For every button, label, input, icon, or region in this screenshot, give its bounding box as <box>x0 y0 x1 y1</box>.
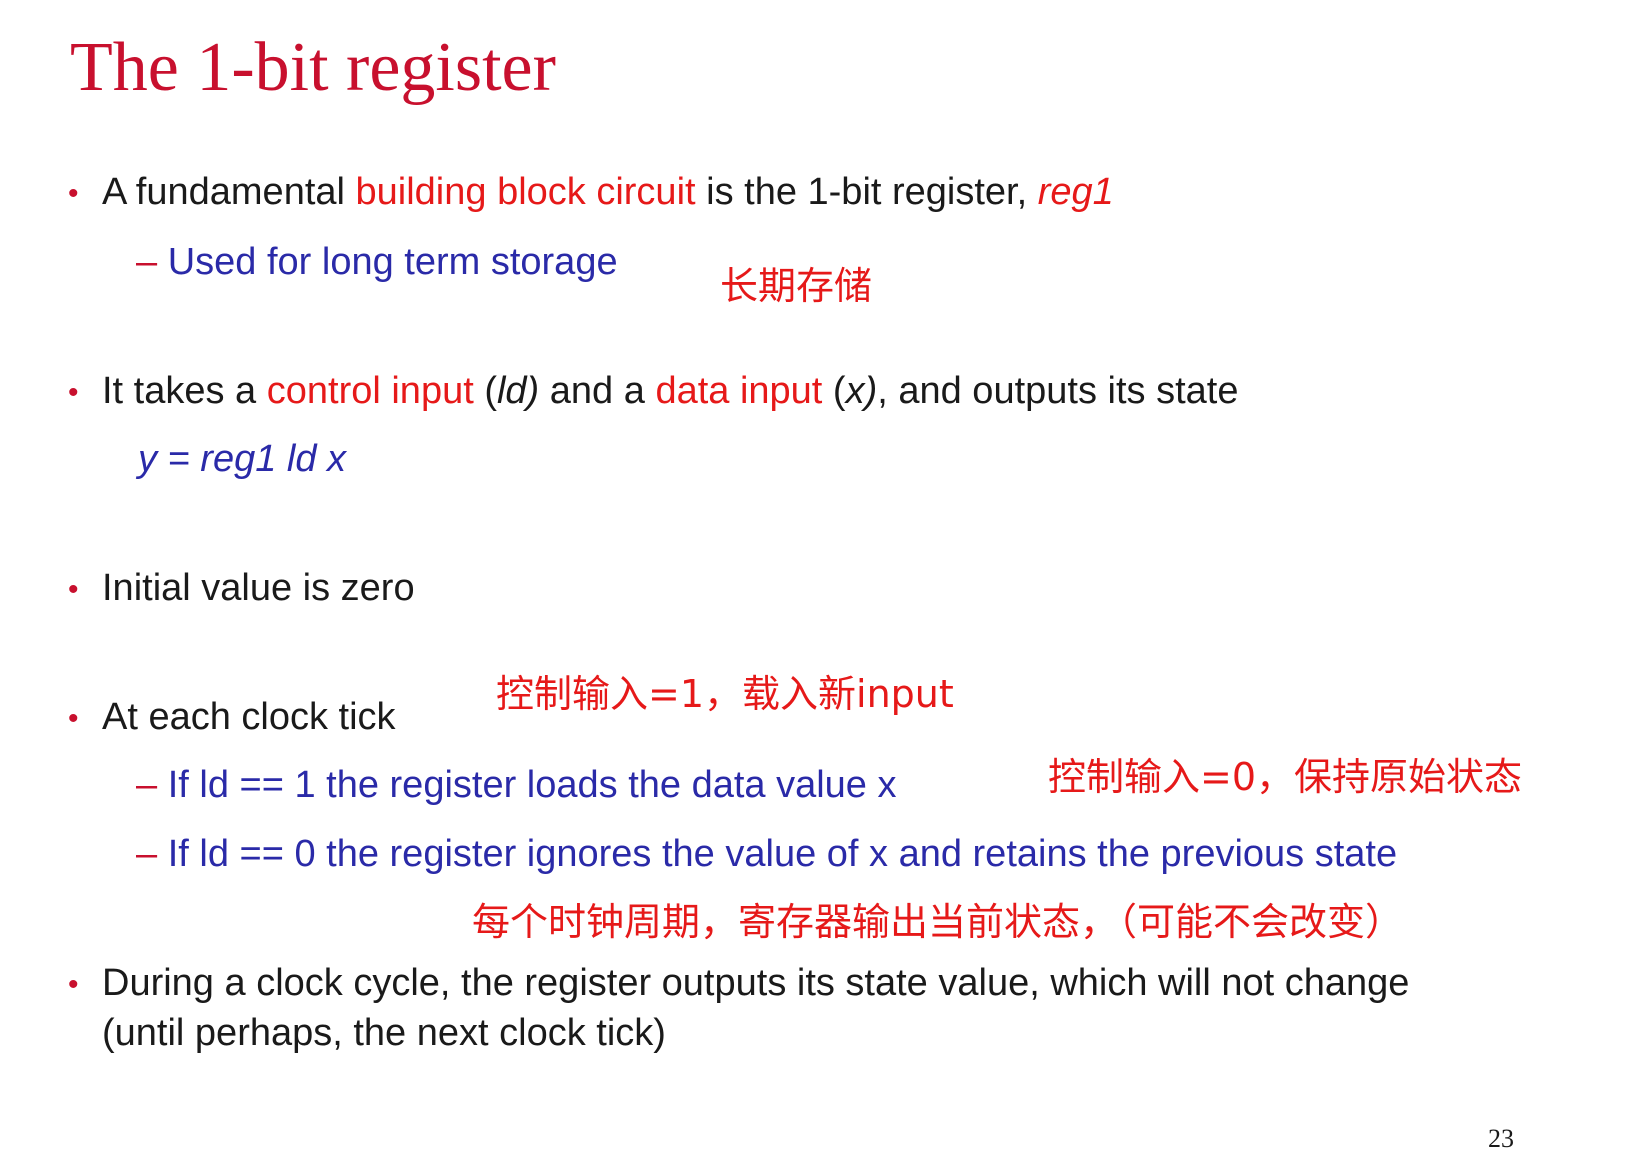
bullet-text: ( <box>822 370 846 412</box>
highlight-control-input: control input <box>266 370 474 412</box>
bullet-clock-tick: • At each clock tick <box>68 695 396 741</box>
annotation-clock-cycle: 每个时钟周期，寄存器输出当前状态，（可能不会改变） <box>472 900 1404 944</box>
sub-dash: – <box>136 833 158 875</box>
sub-text: If ld == 0 the register ignores the valu… <box>167 833 1398 875</box>
bullet-text: At each clock tick <box>102 696 396 738</box>
bullet-dot: • <box>68 967 79 1001</box>
sub-bullet-storage: – Used for long term storage <box>136 240 618 286</box>
annotation-load-input: 控制输入=1，载入新input <box>496 672 954 716</box>
bullet-clock-cycle: • During a clock cycle, the register outp… <box>68 961 1409 1007</box>
bullet-text: A fundamental <box>102 171 356 213</box>
bullet-building-block: • A fundamental building block circuit is… <box>68 170 1114 216</box>
symbol-ld: ld) <box>496 370 540 412</box>
bullet-text: Initial value is zero <box>102 567 415 609</box>
bullet-text: ( <box>473 370 497 412</box>
highlight-data-input: data input <box>655 370 823 412</box>
sub-text: If ld == 1 the register loads the data v… <box>167 764 897 806</box>
bullet-dot: • <box>68 375 79 409</box>
slide-title: The 1-bit register <box>70 29 556 106</box>
highlight-reg1: reg1 <box>1037 171 1114 213</box>
bullet-initial-value: • Initial value is zero <box>68 566 415 612</box>
bullet-text: , and outputs its state <box>877 370 1239 412</box>
sub-bullet-ld-zero: – If ld == 0 the register ignores the va… <box>136 832 1397 878</box>
highlight-building-block: building block circuit <box>355 171 696 213</box>
bullet-text: It takes a <box>102 370 267 412</box>
bullet-text: is the 1-bit register, <box>695 171 1038 213</box>
sub-dash: – <box>136 241 158 283</box>
formula-output: y = reg1 ld x <box>138 438 347 480</box>
sub-bullet-ld-one: – If ld == 1 the register loads the data… <box>136 763 897 809</box>
bullet-text: During a clock cycle, the register outpu… <box>102 962 1410 1004</box>
symbol-x: x) <box>845 370 878 412</box>
bullet-inputs: • It takes a control input (ld) and a dat… <box>68 369 1238 415</box>
annotation-long-term-storage: 长期存储 <box>720 264 873 308</box>
sub-text: Used for long term storage <box>167 241 618 283</box>
page-number: 23 <box>1488 1124 1514 1153</box>
bullet-text: and a <box>539 370 656 412</box>
bullet-dot: • <box>68 572 79 606</box>
bullet-clock-cycle-continued: (until perhaps, the next clock tick) <box>102 1012 666 1054</box>
annotation-keep-state: 控制输入=0，保持原始状态 <box>1048 755 1523 799</box>
bullet-dot: • <box>68 176 79 210</box>
sub-dash: – <box>136 764 158 806</box>
bullet-dot: • <box>68 701 79 735</box>
